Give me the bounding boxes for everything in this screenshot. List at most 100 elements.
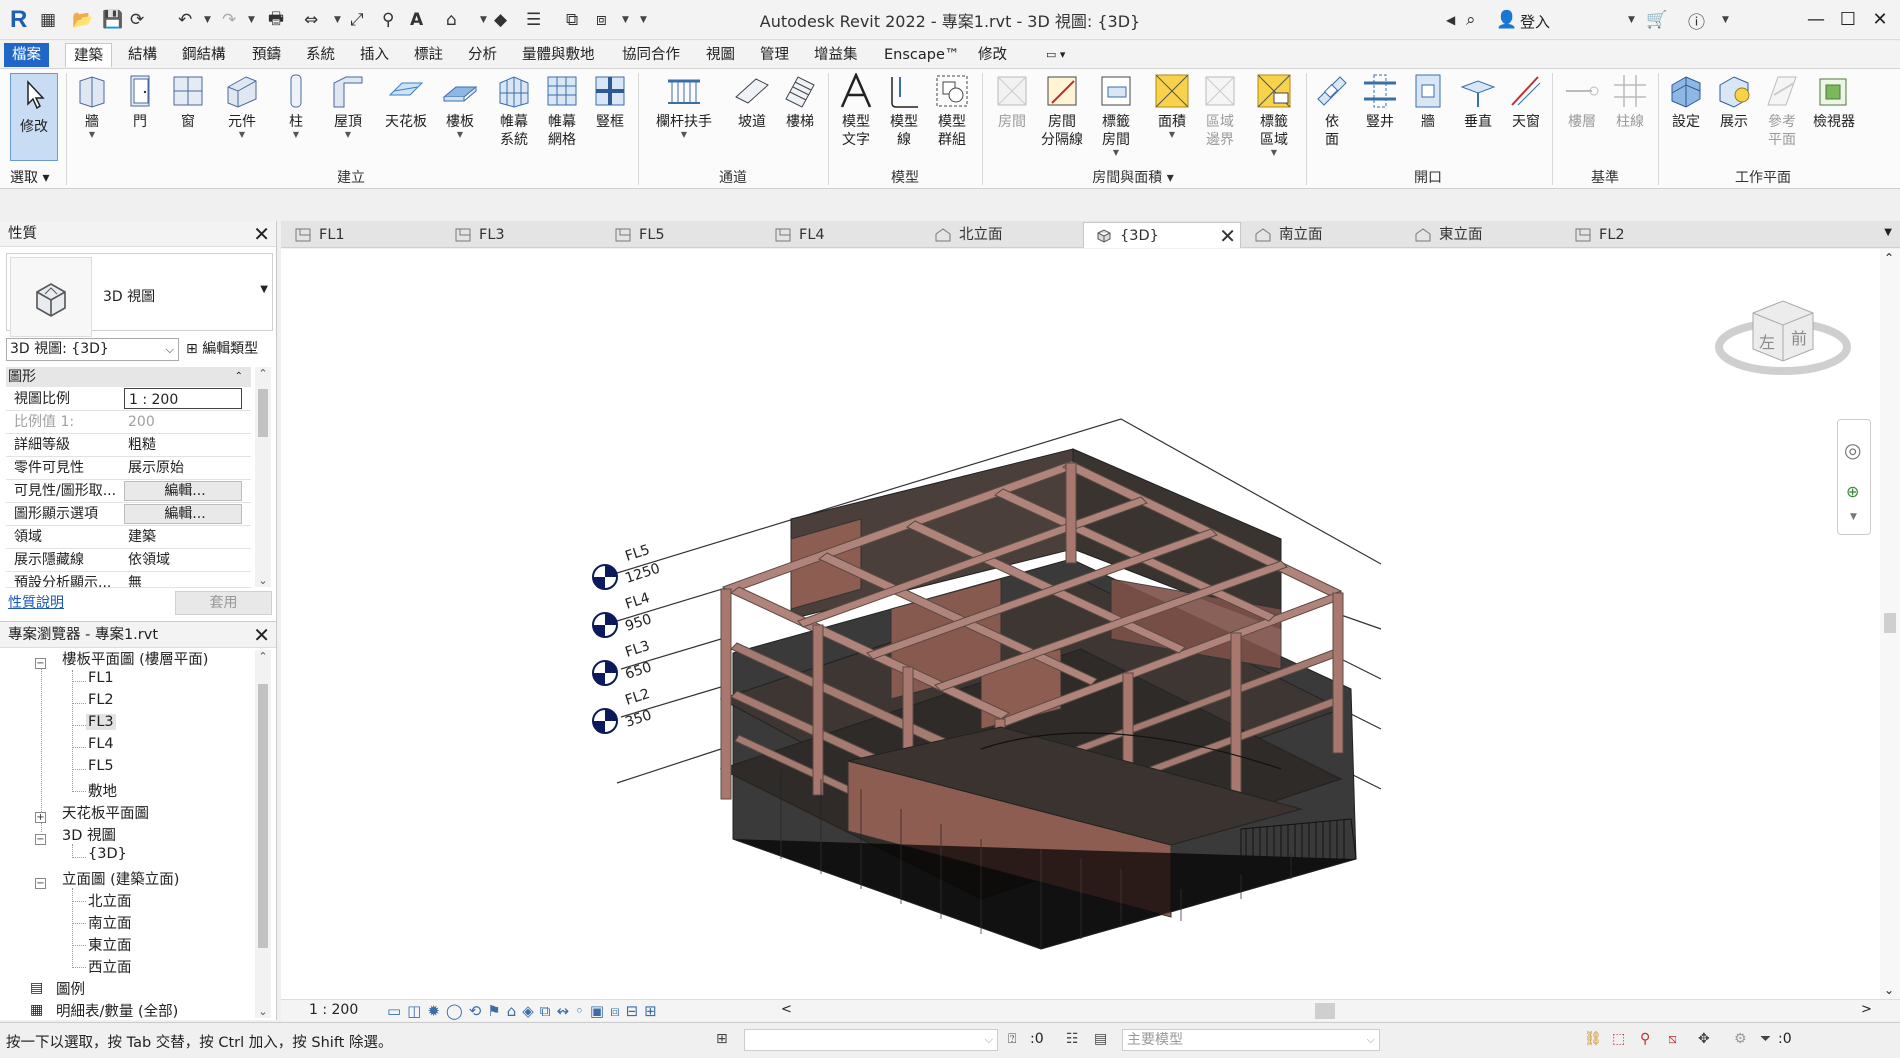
close-window-icon[interactable]: ✕ <box>1866 6 1894 34</box>
select-links-icon[interactable]: ⛓ <box>1584 1031 1602 1047</box>
tree-item-west[interactable]: 西立面 <box>88 956 132 977</box>
tab-precast[interactable]: 預鑄 <box>244 43 289 67</box>
collapse-elevations-icon[interactable]: − <box>35 878 46 889</box>
room-area-dropdown[interactable]: 房間與面積 ▾ <box>988 167 1278 187</box>
by-face-button[interactable]: 依面 <box>1308 73 1356 149</box>
redo-icon[interactable]: ↷ <box>222 9 236 31</box>
graphics-section[interactable]: 圖形 ⌃ <box>6 367 251 387</box>
design-option-select[interactable]: 主要模型 ⌵ <box>1122 1029 1380 1051</box>
level-button[interactable]: 樓層 <box>1558 73 1606 131</box>
close-tab-icon[interactable]: ✕ <box>1219 223 1236 249</box>
zoom-dropdown-icon[interactable]: ▼ <box>1850 512 1857 522</box>
undo-icon[interactable]: ↶ <box>178 9 192 31</box>
tree-legends[interactable]: 圖例 <box>56 978 85 999</box>
viewer-button[interactable]: 檢視器 <box>1806 73 1862 131</box>
roof-button[interactable]: 屋頂 ▼ <box>324 73 372 139</box>
ramp-button[interactable]: 坡道 <box>728 73 776 131</box>
prop-value[interactable]: 依領域 <box>124 549 242 571</box>
door-button[interactable]: 門 <box>116 73 164 131</box>
curtain-grid-button[interactable]: 帷幕 網格 <box>538 73 586 149</box>
tree-item-fl3[interactable]: FL3 <box>86 714 116 730</box>
tree-item-south[interactable]: 南立面 <box>88 912 132 933</box>
scroll-thumb[interactable] <box>1884 613 1896 633</box>
model-group-button[interactable]: 模型 群組 <box>928 73 976 149</box>
sync-icon[interactable]: ⟳ <box>130 9 144 31</box>
tab-view-fl5[interactable]: FL5 <box>603 222 763 248</box>
graphic-display-edit-button[interactable]: 編輯... <box>124 504 242 524</box>
section-icon[interactable]: ◆ <box>494 9 507 31</box>
tab-manage[interactable]: 管理 <box>752 43 797 67</box>
tree-3d-views[interactable]: 3D 視圖 <box>62 824 116 845</box>
scroll-right-icon[interactable]: > <box>1861 1002 1872 1017</box>
type-selector[interactable]: 3D 視圖 ▼ <box>6 253 273 337</box>
tree-item-fl2[interactable]: FL2 <box>88 692 114 708</box>
prop-row-hidden-lines[interactable]: 展示隱藏線 依領域 <box>6 549 251 572</box>
prop-row-visibility-graphics[interactable]: 可見性/圖形取... 編輯... <box>6 480 251 503</box>
apply-button[interactable]: 套用 <box>175 591 272 615</box>
default-3d-view-icon[interactable]: ⌂ <box>446 9 457 31</box>
tab-collaborate[interactable]: 協同合作 <box>614 43 688 67</box>
tab-overflow-icon[interactable]: ▼ <box>1884 227 1892 238</box>
canvas-vertical-scrollbar[interactable]: ⌃ ⌄ <box>1880 249 1900 999</box>
reference-plane-button[interactable]: 參考 平面 <box>1758 73 1806 149</box>
select-underlay-icon[interactable]: ⬚ <box>1612 1031 1625 1047</box>
sign-in-dropdown-icon[interactable]: ▼ <box>1628 15 1635 25</box>
tree-elevations[interactable]: 立面圖 (建築立面) <box>62 868 179 889</box>
switch-windows-icon[interactable]: ⧈ <box>596 9 607 31</box>
tab-massing-site[interactable]: 量體與敷地 <box>514 43 603 67</box>
tab-systems[interactable]: 系統 <box>298 43 343 67</box>
search-arrow-icon[interactable]: ◀ <box>1446 9 1455 31</box>
close-browser-icon[interactable]: ✕ <box>253 622 270 648</box>
prop-value[interactable]: 建築 <box>124 526 242 548</box>
room-separator-button[interactable]: 房間 分隔線 <box>1036 73 1088 149</box>
component-button[interactable]: 元件 ▼ <box>218 73 266 139</box>
viewcube-left-face[interactable]: 左 <box>1759 329 1775 353</box>
binoculars-icon[interactable]: ⌕ <box>1466 9 1476 31</box>
tab-addins[interactable]: 增益集 <box>806 43 866 67</box>
model-line-button[interactable]: 模型線 <box>880 73 928 149</box>
steering-wheel-icon[interactable]: ◎ <box>1844 438 1861 462</box>
thin-lines-icon[interactable]: ☰ <box>526 9 541 31</box>
type-dropdown-icon[interactable]: ▼ <box>260 284 268 295</box>
tree-item-3d[interactable]: {3D} <box>88 846 127 862</box>
filter-icon[interactable]: ⏷ <box>1760 1031 1771 1047</box>
maximize-icon[interactable]: ☐ <box>1834 6 1862 34</box>
building-model[interactable]: FL5 1250 FL4 950 FL3 650 FL2 350 <box>281 249 1881 999</box>
prop-row-discipline[interactable]: 領域 建築 <box>6 526 251 549</box>
design-options-icon[interactable]: ☷ <box>1066 1031 1079 1047</box>
customize-toolbar-icon[interactable]: ▼ <box>640 15 647 25</box>
tab-steel[interactable]: 鋼結構 <box>174 43 234 67</box>
sign-in-link[interactable]: 登入 <box>1520 11 1550 32</box>
revit-logo-icon[interactable]: R <box>10 6 27 34</box>
dormer-button[interactable]: 天窗 <box>1502 73 1550 131</box>
user-icon[interactable]: 👤 <box>1496 9 1517 31</box>
floor-button[interactable]: 樓板 ▼ <box>436 73 484 139</box>
tree-schedules[interactable]: 明細表/數量 (全部) <box>56 1000 178 1021</box>
workset-select[interactable]: ⌵ <box>744 1029 998 1051</box>
stair-button[interactable]: 樓梯 <box>776 73 824 131</box>
print-icon[interactable]: 🖶 <box>268 9 284 31</box>
minimize-icon[interactable]: — <box>1802 6 1830 34</box>
model-text-button[interactable]: 模型 文字 <box>832 73 880 149</box>
modify-button[interactable]: 修改 <box>10 73 58 161</box>
view-control-icons[interactable]: ▭◫✹◯⟲⚑⌂◈⧉↭◦▣⧈⊟⊞ <box>387 1002 663 1020</box>
tab-view-fl2[interactable]: FL2 <box>1563 222 1723 248</box>
tree-item-north[interactable]: 北立面 <box>88 890 132 911</box>
area-boundary-button[interactable]: 區域 邊界 <box>1196 73 1244 149</box>
ceiling-button[interactable]: 天花板 <box>378 73 434 131</box>
tab-analyze[interactable]: 分析 <box>460 43 505 67</box>
expand-ceiling-plans-icon[interactable]: + <box>35 812 46 823</box>
prop-row-graphic-display[interactable]: 圖形顯示選項 編輯... <box>6 503 251 526</box>
tree-ceiling-plans[interactable]: 天花板平面圖 <box>62 802 149 823</box>
aligned-dimension-icon[interactable]: ⤢ <box>350 9 364 31</box>
tab-architecture[interactable]: 建築 <box>65 43 112 67</box>
wall-button[interactable]: 牆 ▼ <box>68 73 116 139</box>
curtain-system-button[interactable]: 帷幕 系統 <box>490 73 538 149</box>
scroll-down-icon[interactable]: ⌄ <box>255 574 271 587</box>
select-pinned-icon[interactable]: ⚲ <box>1640 1031 1650 1047</box>
edit-type-button[interactable]: ⊞ 編輯類型 <box>186 338 258 358</box>
tree-item-site[interactable]: 敷地 <box>88 780 117 801</box>
switch-windows-dropdown-icon[interactable]: ▼ <box>622 15 629 25</box>
measure-dropdown-icon[interactable]: ▼ <box>334 15 341 25</box>
tab-annotate[interactable]: 標註 <box>406 43 451 67</box>
